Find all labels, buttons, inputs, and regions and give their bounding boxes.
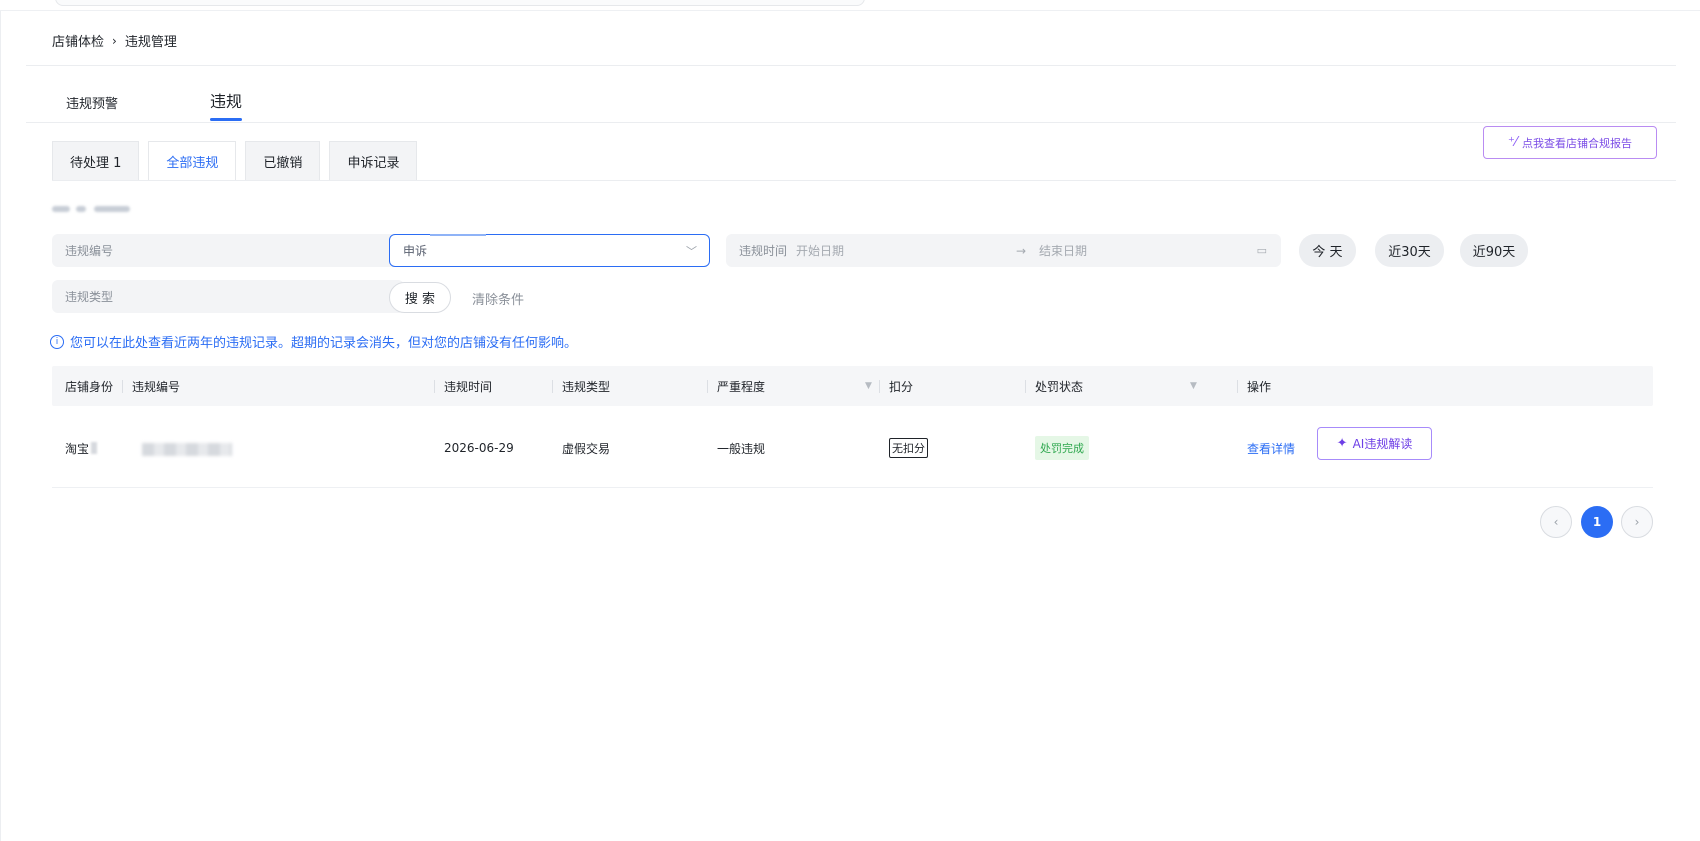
- sub-tabs: 待处理 1 全部违规 已撤销 申诉记录: [52, 141, 418, 181]
- breadcrumb-current: 违规管理: [124, 35, 177, 50]
- arrow-right-icon: →: [1016, 243, 1027, 258]
- cell-shop: 淘宝: [65, 408, 98, 488]
- end-date-input[interactable]: 结束日期: [1039, 242, 1087, 259]
- sparkle-icon: ✦: [1336, 436, 1348, 451]
- cell-severity: 一般违规: [717, 441, 766, 456]
- column-header-violation-no: 违规编号: [122, 366, 180, 406]
- filter-icon[interactable]: ▼: [865, 381, 872, 391]
- quick-90-days-button[interactable]: 近90天: [1460, 234, 1528, 267]
- pagination-page-1[interactable]: 1: [1581, 506, 1613, 538]
- filter-icon[interactable]: ▼: [1190, 381, 1197, 391]
- global-search-bar[interactable]: [55, 0, 865, 6]
- violation-number-placeholder: 违规编号: [65, 244, 114, 258]
- tab-violation-warning[interactable]: 违规预警: [66, 89, 118, 112]
- calendar-icon: ▭: [1256, 244, 1267, 257]
- table-header: 店铺身份 违规编号 违规时间 违规类型 严重程度 ▼ 扣分 处罚状态 ▼ 操作: [52, 366, 1653, 406]
- breadcrumb: 店铺体检 › 违规管理: [52, 31, 177, 51]
- status-badge: 处罚完成: [1035, 436, 1089, 460]
- blurred-label: [52, 203, 140, 215]
- search-button[interactable]: 搜 索: [389, 282, 451, 313]
- cell-type: 虚假交易: [562, 441, 611, 456]
- violation-type-input[interactable]: 违规类型: [52, 280, 404, 313]
- divider: [52, 180, 1676, 181]
- cell-deduction: 无扣分: [889, 408, 928, 488]
- ai-interpret-button[interactable]: ✦ AI违规解读: [1317, 427, 1432, 460]
- top-bar: [0, 0, 1700, 11]
- page-left-border: [0, 11, 1, 841]
- cell-violation-no-redacted: [142, 443, 232, 456]
- chevron-left-icon: ‹: [1553, 515, 1559, 529]
- info-notice: i 您可以在此处查看近两年的违规记录。超期的记录会消失，但对您的店铺没有任何影响…: [50, 332, 577, 351]
- violation-number-input[interactable]: 违规编号: [52, 234, 404, 267]
- column-header-deduction: 扣分: [879, 366, 913, 406]
- appeal-select[interactable]: 申诉 ﹀: [389, 234, 710, 267]
- magic-wand-icon: ⁺⁄: [1507, 135, 1518, 150]
- column-header-actions: 操作: [1237, 366, 1271, 406]
- chevron-down-icon: ﹀: [686, 245, 697, 258]
- tab-violations[interactable]: 违规: [210, 88, 243, 121]
- deduction-tag: 无扣分: [889, 438, 928, 458]
- main-tabs: 违规预警 违规: [66, 88, 243, 121]
- column-header-status: 处罚状态 ▼: [1025, 366, 1205, 406]
- column-header-type: 违规类型: [552, 366, 610, 406]
- info-icon: i: [50, 334, 64, 349]
- subtab-appeal-records[interactable]: 申诉记录: [329, 141, 418, 180]
- info-notice-text: 您可以在此处查看近两年的违规记录。超期的记录会消失，但对您的店铺没有任何影响。: [70, 336, 578, 351]
- date-range-picker[interactable]: 违规时间 开始日期 → 结束日期 ▭: [726, 234, 1281, 267]
- breadcrumb-root[interactable]: 店铺体检: [52, 31, 104, 50]
- compliance-report-label: 点我查看店铺合规报告: [1522, 136, 1633, 150]
- violation-type-placeholder: 违规类型: [65, 290, 114, 304]
- cell-status: 处罚完成: [1035, 408, 1089, 488]
- chevron-right-icon: ›: [1634, 515, 1640, 529]
- pagination-prev-button[interactable]: ‹: [1540, 506, 1572, 538]
- cell-time: 2026-06-29: [444, 441, 514, 455]
- start-date-input[interactable]: 开始日期: [796, 242, 844, 259]
- quick-30-days-button[interactable]: 近30天: [1375, 234, 1444, 267]
- view-details-link[interactable]: 查看详情: [1247, 440, 1295, 457]
- subtab-all-violations[interactable]: 全部违规: [148, 141, 237, 181]
- focus-indicator: [430, 234, 486, 236]
- appeal-select-value: 申诉: [403, 244, 428, 258]
- subtab-revoked[interactable]: 已撤销: [245, 141, 321, 180]
- compliance-report-button[interactable]: ⁺⁄ 点我查看店铺合规报告: [1483, 126, 1657, 159]
- column-header-time: 违规时间: [434, 366, 492, 406]
- divider: [26, 65, 1676, 66]
- quick-today-button[interactable]: 今 天: [1299, 234, 1356, 267]
- pagination-next-button[interactable]: ›: [1621, 506, 1653, 538]
- table-row: 淘宝 2026-06-29 虚假交易 一般违规 无扣分 处罚完成 查看详情 ✦ …: [52, 408, 1653, 488]
- subtab-pending[interactable]: 待处理 1: [52, 141, 140, 180]
- breadcrumb-separator-icon: ›: [112, 33, 117, 48]
- cell-actions: 查看详情: [1247, 408, 1295, 488]
- column-header-severity: 严重程度 ▼: [707, 366, 882, 406]
- ai-interpret-label: AI违规解读: [1352, 437, 1413, 451]
- column-header-shop: 店铺身份: [65, 379, 114, 394]
- date-range-label: 违规时间: [739, 244, 788, 258]
- clear-filters-link[interactable]: 清除条件: [472, 289, 524, 308]
- divider: [26, 122, 1676, 123]
